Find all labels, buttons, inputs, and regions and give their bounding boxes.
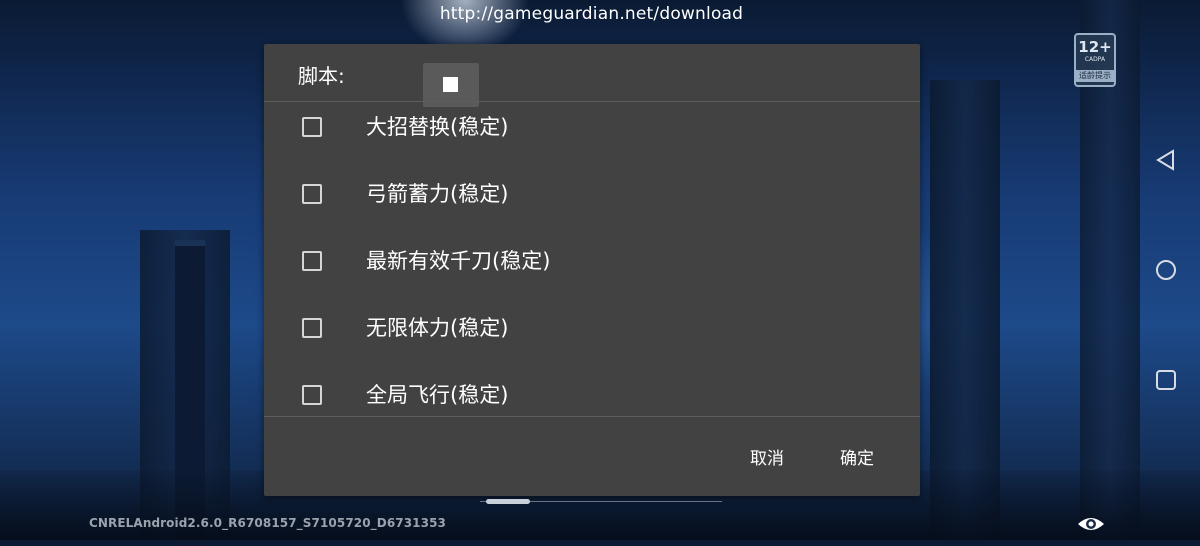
ok-button[interactable]: 确定	[840, 444, 874, 469]
cancel-button[interactable]: 取消	[750, 444, 784, 469]
list-item-label: 无限体力(稳定)	[366, 316, 509, 340]
list-item-label: 大招替换(稳定)	[366, 115, 509, 139]
horizontal-scroll-indicator[interactable]	[480, 499, 722, 504]
list-item[interactable]: 最新有效千刀(稳定)	[264, 236, 920, 296]
checkbox[interactable]	[302, 184, 322, 204]
checkbox[interactable]	[302, 385, 322, 405]
list-item[interactable]: 弓箭蓄力(稳定)	[264, 169, 920, 229]
list-item[interactable]: 全局飞行(稳定)	[264, 370, 920, 416]
script-option-list[interactable]: 大招替换(稳定) 弓箭蓄力(稳定) 最新有效千刀(稳定) 无限体力(稳定) 全局…	[264, 102, 920, 416]
watermark-url: http://gameguardian.net/download	[439, 4, 744, 24]
checkbox[interactable]	[302, 251, 322, 271]
list-item[interactable]: 大招替换(稳定)	[264, 102, 920, 162]
scroll-thumb[interactable]	[486, 499, 530, 504]
divider	[264, 416, 920, 417]
back-icon[interactable]	[1154, 148, 1178, 172]
list-item[interactable]: 无限体力(稳定)	[264, 303, 920, 363]
age-rating-note: 适龄提示	[1076, 70, 1114, 82]
stop-icon	[443, 77, 458, 92]
age-rating-brand: CADPA	[1084, 56, 1106, 63]
checkbox[interactable]	[302, 318, 322, 338]
list-item-label: 弓箭蓄力(稳定)	[366, 182, 509, 206]
eye-icon[interactable]	[1076, 514, 1106, 534]
recents-icon[interactable]	[1154, 368, 1178, 392]
age-rating-value: 12+	[1078, 38, 1112, 56]
system-navigation-bar	[1140, 140, 1192, 400]
list-item-label: 最新有效千刀(稳定)	[366, 249, 551, 273]
dialog-title: 脚本:	[298, 64, 345, 88]
checkbox[interactable]	[302, 117, 322, 137]
list-item-label: 全局飞行(稳定)	[366, 383, 509, 407]
age-rating-badge: 12+ CADPA 适龄提示	[1074, 33, 1116, 87]
script-dialog: 脚本: 大招替换(稳定) 弓箭蓄力(稳定) 最新有效千刀(稳定) 无限体力(稳定…	[264, 44, 920, 496]
build-version-text: CNRELAndroid2.6.0_R6708157_S7105720_D673…	[89, 516, 446, 530]
home-icon[interactable]	[1154, 258, 1178, 282]
